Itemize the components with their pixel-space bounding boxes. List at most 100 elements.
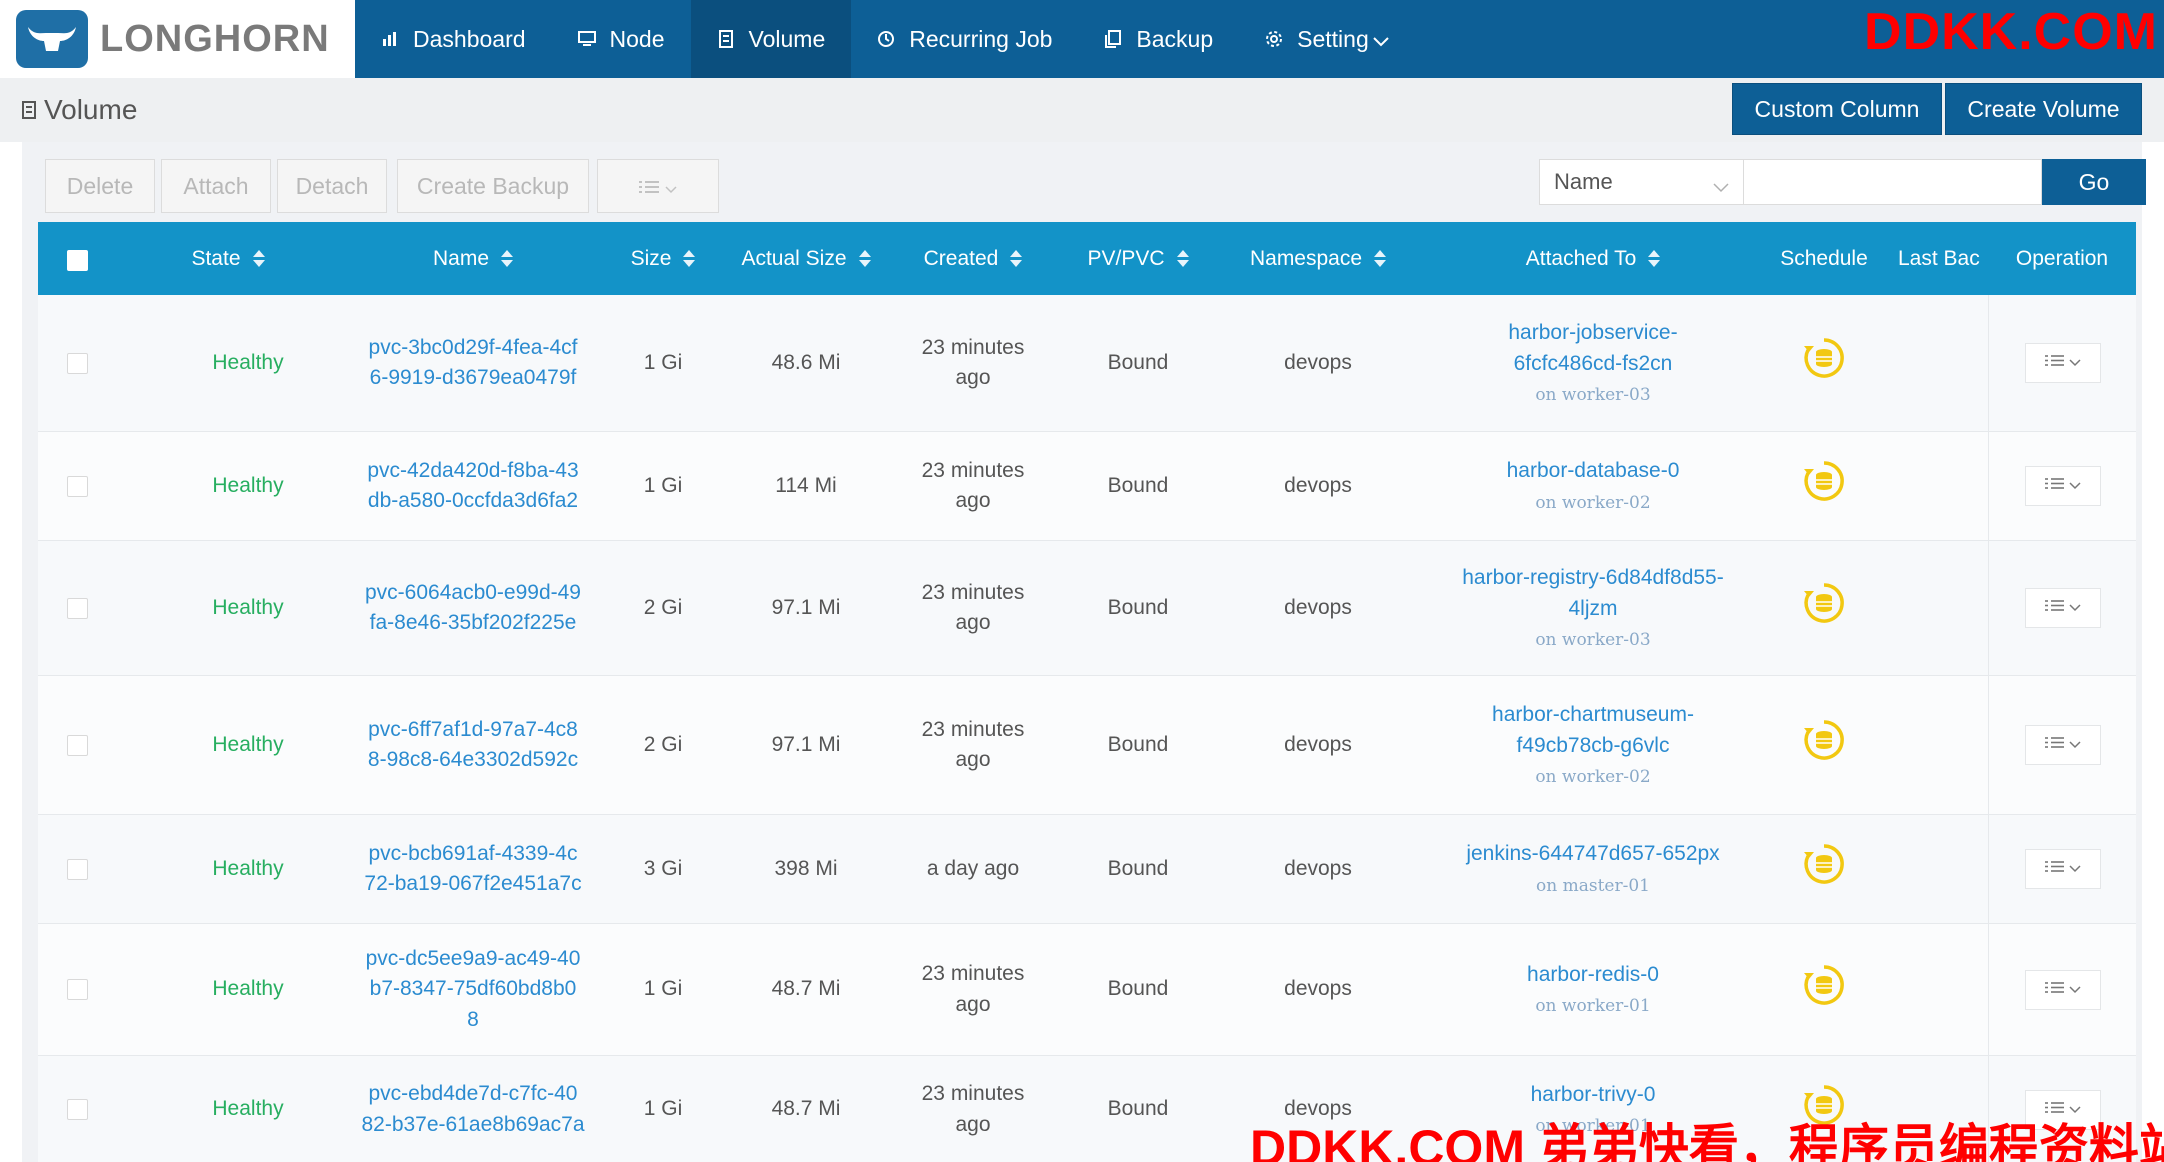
detach-button[interactable]: Detach — [277, 159, 387, 213]
actual-size-cell-text: 97.1 Mi — [771, 732, 841, 756]
search-input[interactable] — [1744, 159, 2042, 205]
row-checkbox[interactable] — [67, 979, 88, 1000]
schedule-backup-icon[interactable] — [1802, 459, 1846, 512]
schedule-backup-icon[interactable] — [1802, 581, 1846, 634]
gear-icon — [1265, 30, 1283, 48]
nav-dashboard[interactable]: Dashboard — [355, 0, 552, 78]
schedule-cell[interactable] — [1765, 815, 1883, 923]
volume-name-text: pvc-ebd4de7d-c7fc-40 82-b37e-61ae8b69ac7a — [361, 1079, 584, 1140]
row-checkbox[interactable] — [67, 597, 88, 619]
row-operation-dropdown[interactable] — [2024, 588, 2101, 628]
column-header-created[interactable]: Created — [893, 222, 1053, 295]
nav-backup[interactable]: Backup — [1078, 0, 1239, 78]
actual-size-cell: 97.1 Mi — [726, 676, 886, 814]
select-all-checkbox[interactable] — [67, 250, 88, 271]
column-header-state[interactable]: State — [118, 222, 338, 295]
volume-name-link[interactable]: pvc-bcb691af-4339-4c 72-ba19-067f2e451a7c — [343, 815, 603, 923]
schedule-backup-icon[interactable] — [1802, 718, 1846, 771]
nav-volume[interactable]: Volume — [690, 0, 852, 78]
column-header-pvpvc[interactable]: PV/PVC — [1058, 222, 1218, 295]
volume-name-link[interactable]: pvc-3bc0d29f-4fea-4cf 6-9919-d3679ea0479f — [343, 295, 603, 431]
pvpvc-cell: Bound — [1058, 541, 1218, 675]
schedule-cell[interactable] — [1765, 676, 1883, 814]
column-header-last-backup[interactable]: Last Bac — [1888, 222, 1988, 295]
size-cell: 1 Gi — [608, 924, 718, 1055]
schedule-backup-icon[interactable] — [1802, 336, 1846, 389]
attached-workload-link[interactable]: 6fcfc486cd-fs2cn — [1514, 349, 1673, 379]
row-operation-dropdown[interactable] — [2024, 725, 2101, 765]
attached-workload-link[interactable]: harbor-trivy-0 — [1531, 1080, 1656, 1110]
pvpvc-cell-text: Bound — [1107, 595, 1169, 619]
create-backup-button[interactable]: Create Backup — [397, 159, 589, 213]
column-header-actual-size[interactable]: Actual Size — [726, 222, 886, 295]
sort-icon — [1648, 250, 1661, 267]
created-line: ago — [955, 1112, 991, 1136]
created-cell: a day ago — [893, 815, 1053, 923]
actual-size-cell-text: 398 Mi — [774, 856, 838, 880]
chevron-down-icon — [2068, 596, 2081, 619]
attached-workload-link[interactable]: jenkins-644747d657-652px — [1466, 839, 1719, 869]
column-label: Operation — [2015, 246, 2109, 270]
volume-name-link[interactable]: pvc-6ff7af1d-97a7-4c8 8-98c8-64e3302d592c — [343, 676, 603, 814]
created-line: ago — [955, 611, 991, 634]
schedule-backup-icon[interactable] — [1802, 842, 1846, 895]
namespace-cell: devops — [1223, 924, 1413, 1055]
attached-to-cell: jenkins-644747d657-652px on master-01 — [1423, 815, 1763, 923]
list-icon — [2044, 596, 2065, 619]
volume-name-link[interactable]: pvc-42da420d-f8ba-43 db-a580-0ccfda3d6fa2 — [343, 432, 603, 540]
create-volume-button[interactable]: Create Volume — [1945, 83, 2142, 135]
attached-workload-link[interactable]: harbor-redis-0 — [1527, 960, 1659, 990]
column-header-attached-to[interactable]: Attached To — [1423, 222, 1763, 295]
column-label: State — [191, 246, 241, 270]
nav-node[interactable]: Node — [552, 0, 691, 78]
attach-button[interactable]: Attach — [161, 159, 271, 213]
search-field-select[interactable]: Name — [1539, 159, 1744, 205]
column-label: Schedule — [1780, 246, 1868, 270]
created-cell: 23 minutes ago — [893, 676, 1053, 814]
go-button[interactable]: Go — [2042, 159, 2146, 205]
custom-column-button[interactable]: Custom Column — [1732, 83, 1942, 135]
attached-workload-link[interactable]: harbor-jobservice- — [1508, 318, 1677, 348]
created-text: a day ago — [927, 854, 1019, 884]
volume-name-link[interactable]: pvc-dc5ee9a9-ac49-40 b7-8347-75df60bd8b0 8 — [343, 924, 603, 1055]
attached-workload-link[interactable]: harbor-chartmuseum- — [1492, 700, 1694, 730]
volume-name-line: 82-b37e-61ae8b69ac7a — [361, 1112, 585, 1136]
nav-recurring-job[interactable]: Recurring Job — [851, 0, 1078, 78]
row-operation-dropdown[interactable] — [2024, 849, 2101, 889]
volume-name-link[interactable]: pvc-ebd4de7d-c7fc-40 82-b37e-61ae8b69ac7a — [343, 1056, 603, 1162]
schedule-cell[interactable] — [1765, 924, 1883, 1055]
column-header-namespace[interactable]: Namespace — [1223, 222, 1413, 295]
row-operation-dropdown[interactable] — [2024, 969, 2101, 1010]
schedule-cell[interactable] — [1765, 432, 1883, 540]
size-cell-text: 3 Gi — [643, 856, 683, 880]
volume-name-line: pvc-6064acb0-e99d-49 — [365, 580, 581, 604]
schedule-cell[interactable] — [1765, 295, 1883, 431]
row-checkbox[interactable] — [67, 734, 88, 756]
schedule-cell[interactable] — [1765, 541, 1883, 675]
namespace-cell-text: devops — [1284, 856, 1352, 880]
row-operation-dropdown[interactable] — [2024, 466, 2101, 506]
attached-workload-link[interactable]: harbor-database-0 — [1507, 456, 1680, 486]
volume-name-line: pvc-bcb691af-4339-4c — [368, 841, 578, 865]
nav-setting[interactable]: Setting — [1239, 0, 1415, 78]
list-icon — [2044, 474, 2065, 497]
schedule-backup-icon[interactable] — [1802, 963, 1846, 1016]
size-cell: 1 Gi — [608, 432, 718, 540]
brand[interactable]: LONGHORN — [0, 0, 355, 78]
row-operation-dropdown[interactable] — [2024, 343, 2101, 383]
column-header-name[interactable]: Name — [343, 222, 603, 295]
row-checkbox[interactable] — [67, 475, 88, 497]
attached-to-cell: harbor-registry-6d84df8d55- 4ljzm on worke… — [1423, 541, 1763, 675]
longhorn-logo-icon — [16, 10, 88, 68]
row-checkbox[interactable] — [67, 858, 88, 880]
delete-button[interactable]: Delete — [45, 159, 155, 213]
actual-size-cell-text: 48.7 Mi — [771, 977, 841, 1001]
column-header-size[interactable]: Size — [608, 222, 718, 295]
bulk-actions-dropdown[interactable] — [597, 159, 719, 213]
row-checkbox[interactable] — [67, 1099, 88, 1120]
volume-name-link[interactable]: pvc-6064acb0-e99d-49 fa-8e46-35bf202f225e — [343, 541, 603, 675]
attached-workload-link[interactable]: 4ljzm — [1568, 594, 1617, 624]
attached-workload-link[interactable]: harbor-registry-6d84df8d55- — [1462, 563, 1723, 593]
row-checkbox[interactable] — [67, 352, 88, 374]
attached-workload-link[interactable]: f49cb78cb-g6vlc — [1517, 731, 1670, 761]
